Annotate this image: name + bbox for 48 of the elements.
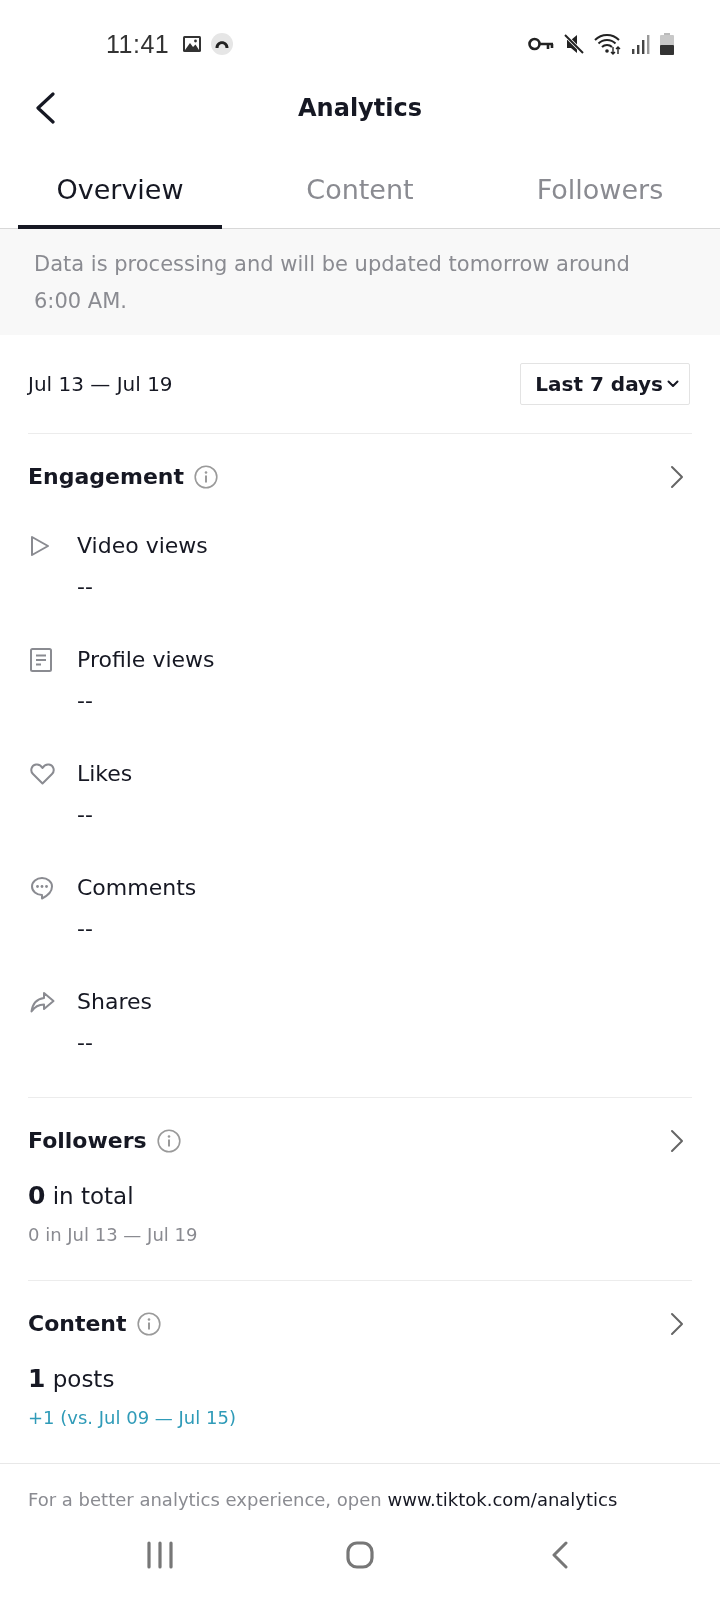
metric-value: -- [77, 801, 93, 829]
wifi-icon [594, 33, 622, 55]
heart-icon [30, 763, 55, 785]
info-icon[interactable] [194, 465, 218, 489]
chevron-right-icon[interactable] [670, 1312, 684, 1336]
section-title: Engagement [28, 463, 184, 491]
app-icon [211, 33, 234, 55]
total-count-text: 0 in total [28, 1180, 134, 1212]
metric-value: -- [77, 687, 93, 715]
analytics-link[interactable]: www.tiktok.com/analytics [387, 1489, 618, 1510]
image-icon [183, 36, 202, 52]
battery-icon [660, 33, 674, 55]
info-icon[interactable] [156, 1129, 181, 1153]
section-title: Content [28, 1310, 127, 1338]
metric-label: Video views [77, 532, 208, 560]
status-time: 11:41 [106, 29, 170, 59]
back-icon [34, 92, 56, 124]
back-icon[interactable] [552, 1541, 568, 1569]
caret-icon [667, 380, 679, 388]
chevron-right-icon[interactable] [670, 1129, 684, 1153]
metric-value: -- [77, 573, 93, 601]
metric-value: -- [77, 915, 93, 943]
play-icon [30, 535, 50, 557]
detail-text: +1 (vs. Jul 09 — Jul 15) [28, 1406, 236, 1430]
page-title: Analytics [298, 93, 422, 124]
date-range: Jul 13 — Jul 19 [28, 372, 173, 396]
detail-text: 0 in Jul 13 — Jul 19 [28, 1223, 198, 1247]
metric-label: Profile views [77, 646, 215, 674]
processing-notice: Data is processing and will be updated tomorrow around 6:00 AM. [0, 229, 720, 335]
signal-icon [632, 34, 650, 54]
comment-icon [30, 876, 54, 900]
muted-speaker-icon [564, 33, 584, 55]
metric-value: -- [77, 1029, 93, 1057]
metric-label: Shares [77, 988, 152, 1016]
chevron-right-icon[interactable] [670, 465, 684, 489]
tab[interactable]: Overview [0, 140, 240, 228]
info-icon[interactable] [136, 1312, 161, 1336]
footer-text: For a better analytics experience, open www.tiktok.com/analytics [0, 1463, 720, 1514]
recent-apps-icon[interactable] [147, 1541, 173, 1569]
section-title: Followers [28, 1127, 147, 1155]
key-icon [528, 37, 554, 51]
share-icon [30, 991, 55, 1013]
document-icon [30, 648, 52, 672]
period-dropdown[interactable]: Last 7 days [520, 363, 690, 405]
metric-label: Comments [77, 874, 197, 902]
home-icon[interactable] [346, 1541, 374, 1569]
total-count-text: 1 posts [28, 1363, 115, 1395]
metric-label: Likes [77, 760, 133, 788]
